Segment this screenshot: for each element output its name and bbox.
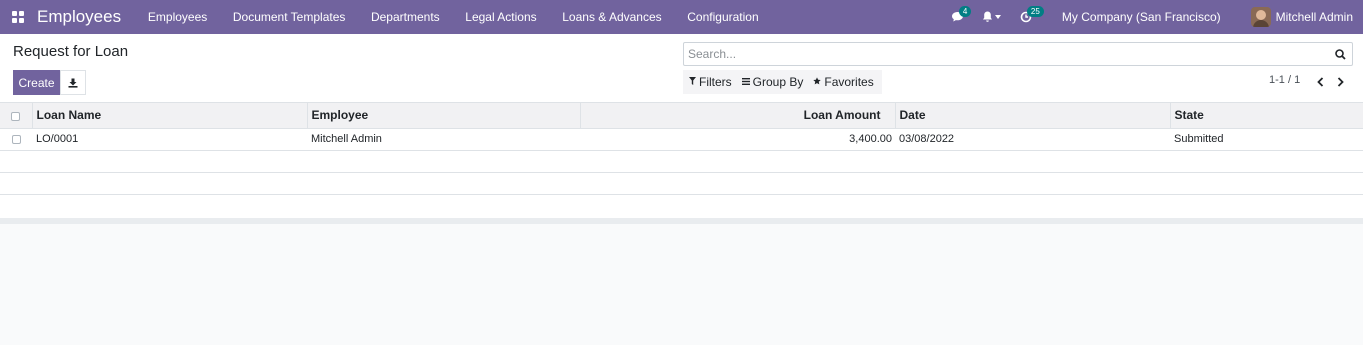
activities-clock-icon[interactable]: 25 — [1015, 0, 1044, 34]
list-footer — [0, 218, 1363, 224]
filter-icon — [689, 77, 696, 87]
loan-table: Loan Name Employee Loan Amount Date Stat… — [0, 103, 1363, 216]
empty-row — [0, 150, 1363, 173]
systray: 4 25 My Company (San Francisco) Mitchell… — [942, 0, 1363, 34]
select-all-checkbox[interactable] — [0, 103, 33, 129]
column-header-loan-name[interactable]: Loan Name — [32, 103, 308, 129]
notifications-bell-icon[interactable] — [979, 0, 1005, 34]
star-icon — [813, 77, 822, 87]
menu-item-loans-advances[interactable]: Loans & Advances — [549, 0, 674, 34]
pager-nav — [1310, 72, 1350, 92]
app-title[interactable]: Employees — [37, 7, 121, 27]
download-button[interactable] — [60, 70, 86, 95]
chevron-left-icon[interactable] — [1310, 72, 1330, 92]
search-bar[interactable]: Search... — [683, 42, 1353, 66]
cell-loan-amount: 3,400.00 — [580, 128, 895, 151]
chevron-right-icon[interactable] — [1330, 72, 1350, 92]
column-header-loan-amount[interactable]: Loan Amount — [580, 103, 896, 129]
user-name: Mitchell Admin — [1275, 10, 1353, 24]
menu-item-configuration[interactable]: Configuration — [674, 0, 771, 34]
page-title: Request for Loan — [13, 43, 129, 60]
search-options: Filters Group By Favorites — [683, 70, 882, 94]
filters-button[interactable]: Filters — [689, 75, 732, 89]
download-icon — [68, 78, 78, 88]
apps-menu-icon[interactable] — [0, 0, 36, 34]
group-by-label: Group By — [752, 75, 804, 89]
row-checkbox[interactable] — [0, 128, 32, 151]
column-header-date[interactable]: Date — [895, 103, 1171, 129]
empty-row — [0, 194, 1363, 216]
activities-badge: 25 — [1026, 6, 1044, 17]
column-header-state[interactable]: State — [1170, 103, 1363, 129]
create-button[interactable]: Create — [13, 70, 60, 95]
group-by-icon — [741, 77, 750, 87]
avatar — [1250, 7, 1271, 27]
favorites-button[interactable]: Favorites — [813, 75, 874, 89]
cell-employee: Mitchell Admin — [307, 128, 580, 151]
column-header-employee[interactable]: Employee — [307, 103, 581, 129]
menu-item-legal-actions[interactable]: Legal Actions — [452, 0, 549, 34]
company-switcher[interactable]: My Company (San Francisco) — [1062, 10, 1221, 24]
table-header-row: Loan Name Employee Loan Amount Date Stat… — [0, 103, 1363, 129]
pager-value[interactable]: 1-1 / 1 — [1269, 74, 1300, 86]
search-icon[interactable] — [1330, 44, 1350, 64]
messages-icon[interactable]: 4 — [947, 0, 972, 34]
control-panel: Request for Loan Create Search... Filter… — [0, 34, 1363, 103]
group-by-button[interactable]: Group By — [741, 75, 804, 89]
favorites-label: Favorites — [824, 75, 874, 89]
user-menu[interactable]: Mitchell Admin — [1250, 7, 1353, 27]
table-row[interactable]: LO/0001 Mitchell Admin 3,400.00 03/08/20… — [0, 128, 1363, 151]
menu-item-document-templates[interactable]: Document Templates — [220, 0, 358, 34]
top-navbar: Employees Employees Document Templates D… — [0, 0, 1363, 34]
cell-loan-name: LO/0001 — [32, 128, 307, 151]
filters-label: Filters — [699, 75, 732, 89]
list-view: Loan Name Employee Loan Amount Date Stat… — [0, 103, 1363, 218]
empty-row — [0, 172, 1363, 195]
main-menu: Employees Document Templates Departments… — [135, 0, 771, 34]
cell-state: Submitted — [1170, 128, 1363, 151]
search-input[interactable]: Search... — [688, 47, 1330, 61]
menu-item-employees[interactable]: Employees — [135, 0, 220, 34]
cell-date: 03/08/2022 — [895, 128, 1170, 151]
messages-badge: 4 — [958, 6, 972, 17]
menu-item-departments[interactable]: Departments — [358, 0, 452, 34]
